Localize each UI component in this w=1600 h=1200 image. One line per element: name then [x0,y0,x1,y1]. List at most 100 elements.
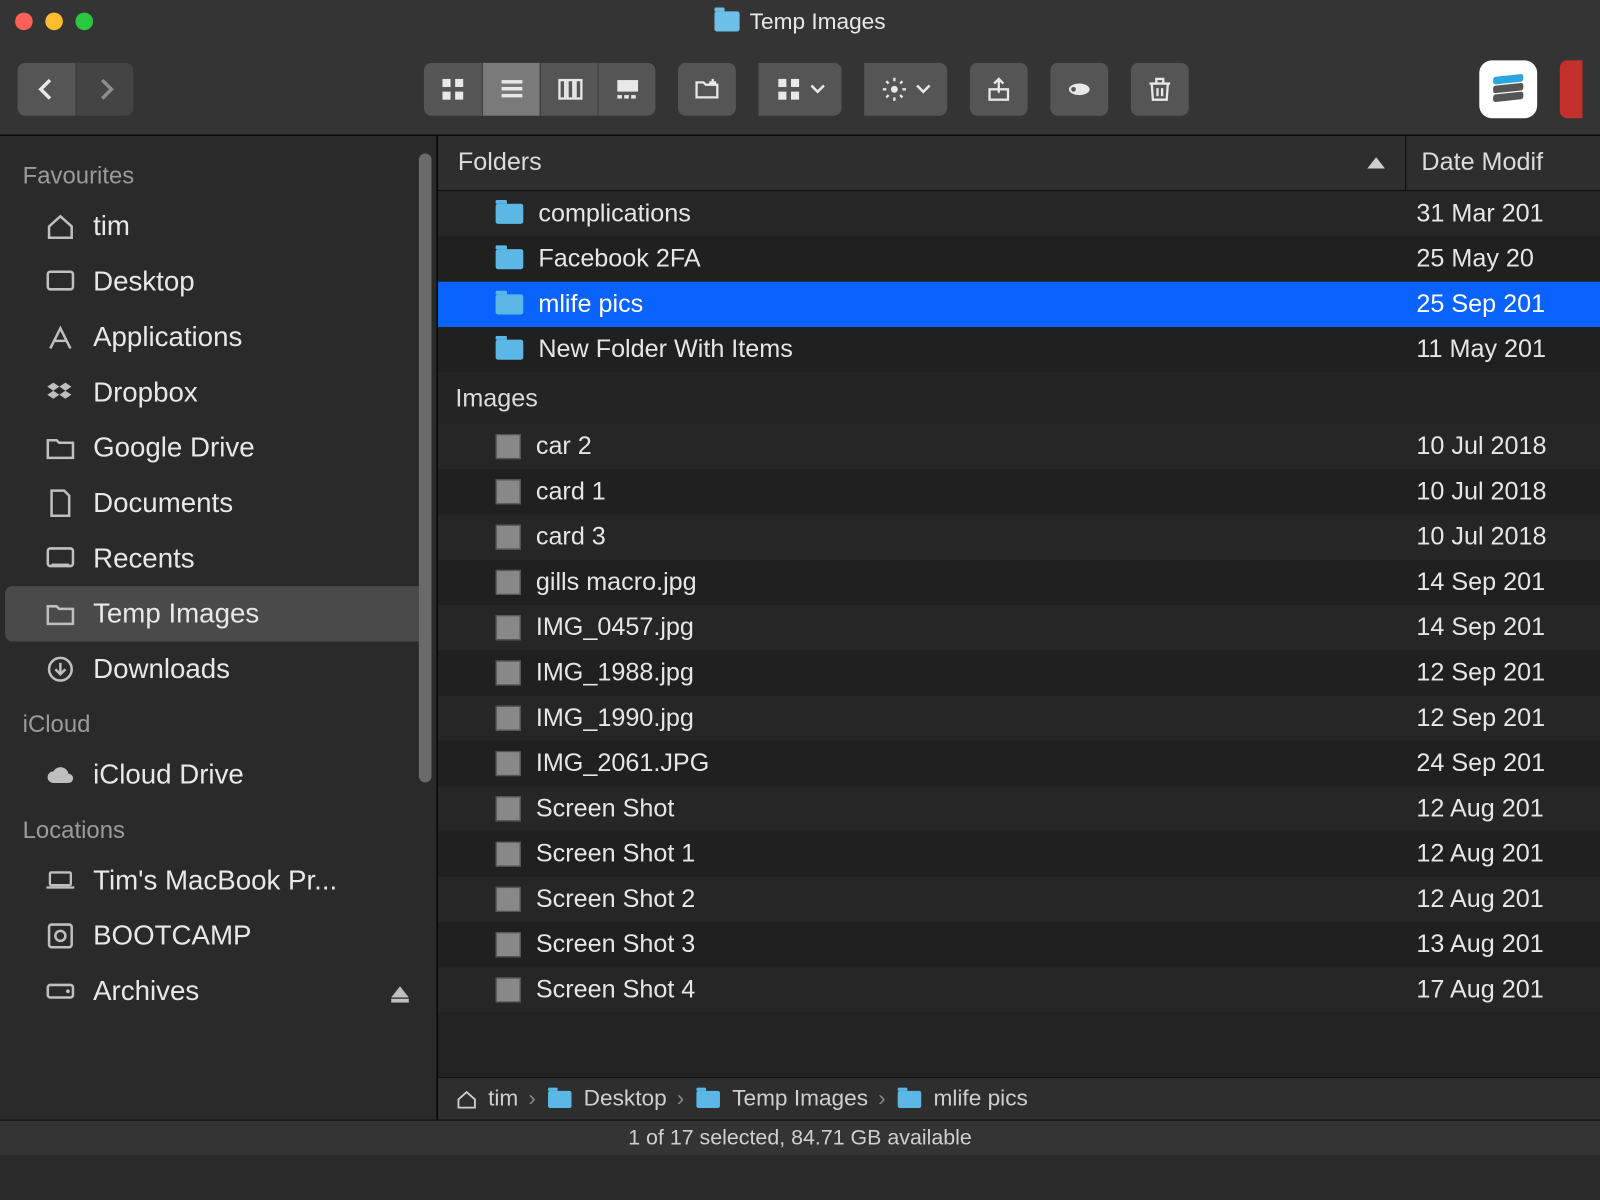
file-date: 24 Sep 201 [1406,749,1600,778]
sidebar-item[interactable]: Temp Images [5,586,431,641]
file-name: card 3 [536,523,606,552]
tags-button[interactable] [1050,62,1108,115]
action-button-group [864,62,947,115]
sidebar-item[interactable]: Applications [5,309,431,364]
file-row[interactable]: Screen Shot 112 Aug 201 [438,831,1600,876]
window-title-text: Temp Images [750,8,886,34]
back-button[interactable] [18,62,76,115]
path-crumb-label: Temp Images [732,1086,868,1112]
icon-view-button[interactable] [424,62,482,115]
app-tile-red[interactable] [1560,60,1583,118]
sidebar-item[interactable]: tim [5,199,431,254]
file-name: card 1 [536,477,606,506]
file-row[interactable]: card 310 Jul 2018 [438,514,1600,559]
file-row[interactable]: IMG_2061.JPG24 Sep 201 [438,741,1600,786]
path-crumb[interactable]: Temp Images [694,1086,868,1112]
layers-icon [1491,75,1526,103]
column-view-button[interactable] [540,62,598,115]
minimize-button[interactable] [45,13,63,31]
file-name: car 2 [536,432,592,461]
image-thumb-icon [496,977,521,1002]
grid-icon [439,75,467,103]
laptop-icon [45,868,75,893]
file-row[interactable]: IMG_1990.jpg12 Sep 201 [438,696,1600,741]
file-row[interactable]: complications31 Mar 201 [438,191,1600,236]
file-row[interactable]: New Folder With Items11 May 201 [438,327,1600,372]
arrange-button[interactable] [759,62,842,115]
finder-window: Temp Images [0,0,1600,1198]
folder-icon [45,601,75,626]
dropbox-icon [45,380,75,405]
file-name: gills macro.jpg [536,568,697,597]
gallery-view-button[interactable] [598,62,656,115]
sidebar-section-label: Locations [0,803,436,853]
path-crumb[interactable]: tim [455,1086,518,1112]
sidebar-item[interactable]: Downloads [5,642,431,697]
view-mode-buttons [424,62,655,115]
file-row[interactable]: Screen Shot 417 Aug 201 [438,967,1600,1012]
share-icon [985,75,1013,103]
sidebar-item[interactable]: Documents [5,475,431,530]
file-row[interactable]: Screen Shot12 Aug 201 [438,786,1600,831]
close-button[interactable] [15,13,33,31]
forward-button[interactable] [75,62,133,115]
path-crumb[interactable]: mlife pics [896,1086,1028,1112]
file-row[interactable]: gills macro.jpg14 Sep 201 [438,560,1600,605]
file-row[interactable]: card 1 10 Jul 2018 [438,469,1600,514]
file-name: Screen Shot [536,794,674,823]
sidebar-item[interactable]: Dropbox [5,365,431,420]
column-header-date[interactable]: Date Modif [1406,136,1600,190]
documents-icon [45,491,75,516]
file-row[interactable]: Facebook 2FA25 May 20 [438,236,1600,281]
file-row[interactable]: IMG_1988.jpg12 Sep 201 [438,650,1600,695]
columns-icon [555,75,583,103]
file-list-area: Folders Date Modif complications31 Mar 2… [438,136,1600,1120]
action-button[interactable] [864,62,947,115]
new-folder-icon [693,75,721,103]
file-row[interactable]: car 210 Jul 2018 [438,424,1600,469]
eject-icon[interactable] [391,986,409,997]
sidebar-item-label: Desktop [93,265,195,298]
sidebar-item[interactable]: BOOTCAMP [5,908,431,963]
file-row[interactable]: mlife pics25 Sep 201 [438,282,1600,327]
toolbar [0,43,1600,136]
path-crumb[interactable]: Desktop [546,1086,667,1112]
chevron-right-icon [91,75,119,103]
recents-icon [45,546,75,571]
zoom-button[interactable] [75,13,93,31]
sidebar-item-label: Dropbox [93,376,198,409]
column-name-label: Folders [458,148,542,177]
folder-icon [898,1090,922,1107]
sidebar-section-label: Favourites [0,148,436,198]
sidebar-item[interactable]: iCloud Drive [5,747,431,802]
nav-buttons [18,62,134,115]
file-row[interactable]: Screen Shot 313 Aug 201 [438,922,1600,967]
app-tile-layers[interactable] [1479,60,1537,118]
desktop-icon [45,269,75,294]
image-thumb-icon [496,887,521,912]
sidebar-scrollbar[interactable] [419,153,432,782]
share-button[interactable] [970,62,1028,115]
file-name: New Folder With Items [538,335,792,364]
arrange-button-group [759,62,842,115]
file-date: 10 Jul 2018 [1406,477,1600,506]
file-date: 13 Aug 201 [1406,930,1600,959]
sidebar-item[interactable]: Archives [5,964,431,1019]
trash-button[interactable] [1131,62,1189,115]
file-date: 25 Sep 201 [1406,290,1600,319]
file-date: 31 Mar 201 [1406,199,1600,228]
file-date: 14 Sep 201 [1406,613,1600,642]
folder-icon [714,11,739,31]
arrange-icon [775,75,803,103]
sidebar-item[interactable]: Google Drive [5,420,431,475]
column-header-name[interactable]: Folders [438,136,1407,190]
sidebar-item[interactable]: Recents [5,531,431,586]
file-row[interactable]: Screen Shot 212 Aug 201 [438,877,1600,922]
sidebar-item[interactable]: Desktop [5,254,431,309]
file-date: 12 Aug 201 [1406,885,1600,914]
new-folder-button[interactable] [678,62,736,115]
list-view-button[interactable] [482,62,540,115]
file-name: IMG_1988.jpg [536,659,694,688]
sidebar-item[interactable]: Tim's MacBook Pr... [5,853,431,908]
file-row[interactable]: IMG_0457.jpg14 Sep 201 [438,605,1600,650]
